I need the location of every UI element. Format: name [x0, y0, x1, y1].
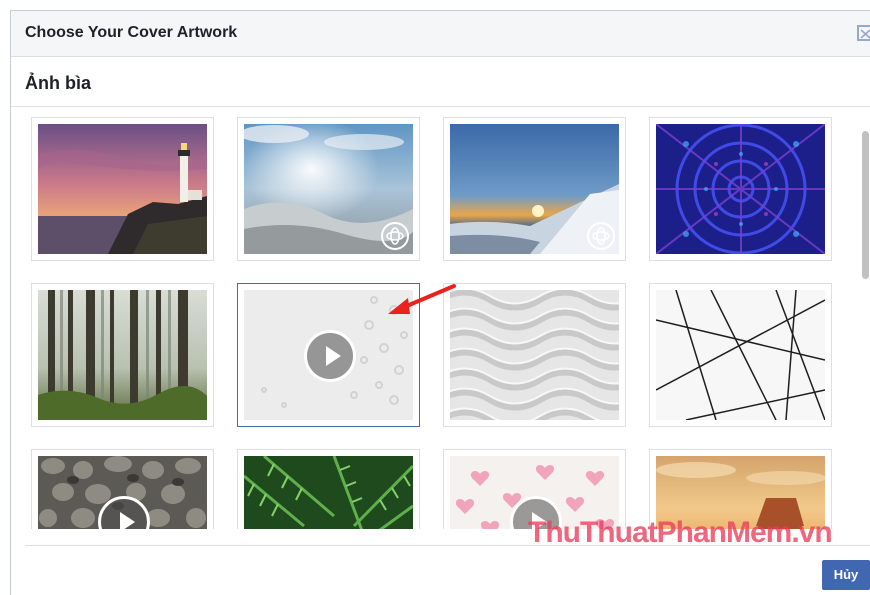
dialog-header: Choose Your Cover Artwork: [11, 11, 870, 57]
artwork-thumbnail-rocks[interactable]: [31, 449, 214, 529]
close-button[interactable]: [857, 25, 870, 41]
line-art-image: [656, 290, 825, 420]
section-divider: [11, 106, 870, 107]
dialog-title: Choose Your Cover Artwork: [25, 24, 238, 41]
panorama-360-icon: [381, 222, 409, 250]
cancel-button[interactable]: Hủy: [822, 560, 870, 590]
grid-scrollbar[interactable]: [861, 111, 870, 529]
artwork-thumbnail-clouds[interactable]: [237, 117, 420, 261]
panorama-360-icon: [587, 222, 615, 250]
artwork-thumbnail-forest[interactable]: [31, 283, 214, 427]
forest-image: [38, 290, 207, 420]
artwork-thumbnail-line-art[interactable]: [649, 283, 832, 427]
artwork-thumbnail-kaleidoscope[interactable]: [649, 117, 832, 261]
play-icon[interactable]: [304, 330, 356, 382]
annotation-arrow-icon: [388, 284, 456, 314]
section-title: Ảnh bìa: [25, 73, 91, 93]
artwork-grid: [21, 111, 851, 529]
wavy-pattern-image: [450, 290, 619, 420]
artwork-thumbnail-wavy-pattern[interactable]: [443, 283, 626, 427]
fern-image: [244, 456, 413, 529]
lighthouse-image: [38, 124, 207, 254]
scrollbar-thumb[interactable]: [862, 131, 869, 279]
artwork-thumbnail-mountain-sunrise[interactable]: [443, 117, 626, 261]
close-icon: [860, 29, 870, 39]
artwork-thumbnail-fern[interactable]: [237, 449, 420, 529]
watermark-text: ThuThuatPhanMem.vn: [528, 516, 833, 549]
artwork-thumbnail-lighthouse[interactable]: [31, 117, 214, 261]
kaleidoscope-image: [656, 124, 825, 254]
